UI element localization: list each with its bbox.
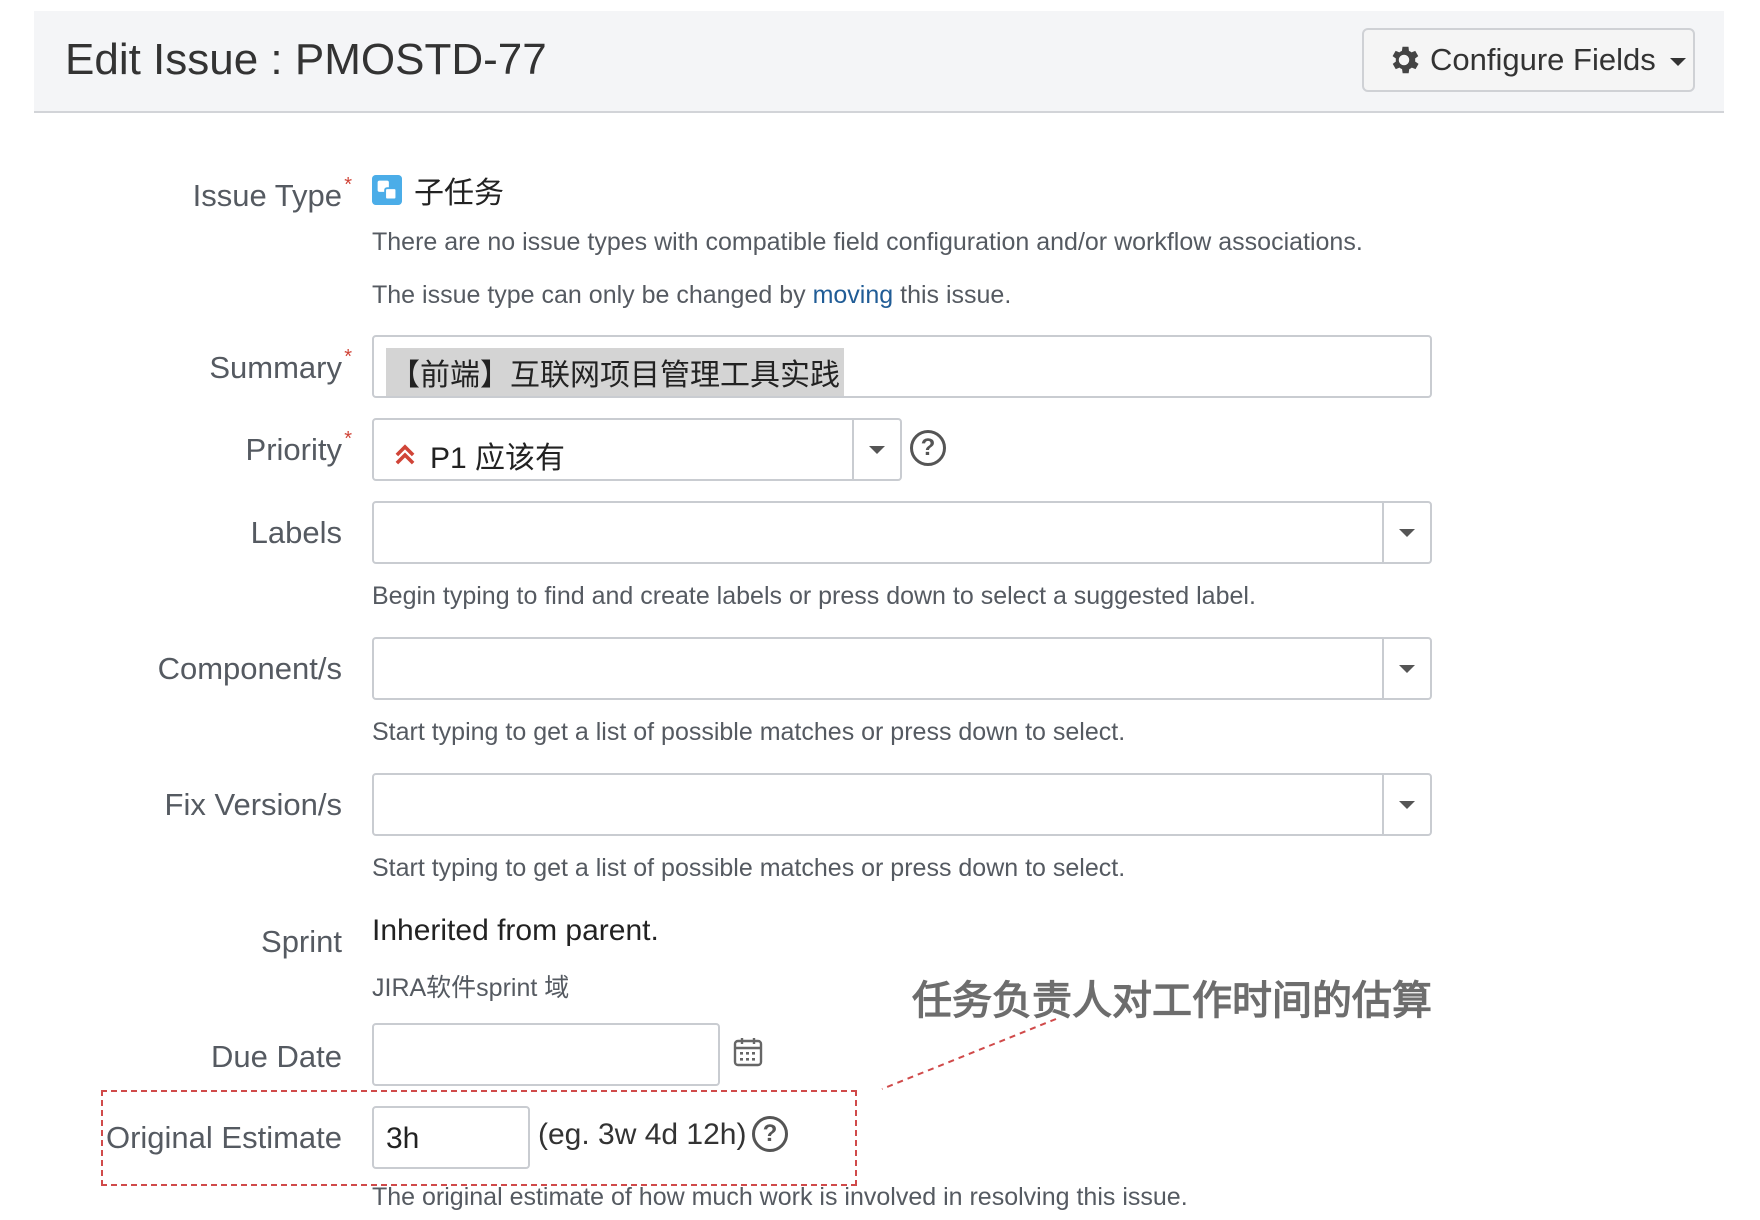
dialog-header: Edit Issue : PMOSTD-77 Configure Fields <box>34 11 1724 113</box>
components-dropdown-button[interactable] <box>1382 639 1430 698</box>
issue-type-note: There are no issue types with compatible… <box>372 228 1363 256</box>
issue-type-value: 子任务 <box>372 168 504 212</box>
issue-type-text: 子任务 <box>414 177 504 210</box>
move-note-pre: The issue type can only be changed by <box>372 281 813 309</box>
moving-link[interactable]: moving <box>813 281 894 309</box>
issue-type-move-note: The issue type can only be changed by mo… <box>372 281 1011 310</box>
chevron-down-icon <box>1399 528 1415 537</box>
summary-value: 【前端】互联网项目管理工具实践 <box>386 348 844 396</box>
due-date-input[interactable] <box>372 1023 720 1086</box>
components-hint: Start typing to get a list of possible m… <box>372 718 1126 746</box>
required-marker: * <box>344 428 352 450</box>
original-estimate-help-icon[interactable]: ? <box>752 1116 788 1152</box>
sprint-label: Sprint <box>261 924 342 959</box>
required-marker: * <box>344 346 352 368</box>
fix-versions-hint: Start typing to get a list of possible m… <box>372 854 1126 882</box>
labels-hint: Begin typing to find and create labels o… <box>372 582 1256 610</box>
sprint-value: Inherited from parent. <box>372 914 659 947</box>
chevron-down-icon <box>1399 800 1415 809</box>
components-label: Component/s <box>157 651 342 686</box>
move-note-post: this issue. <box>893 281 1012 309</box>
gear-icon <box>1392 46 1419 74</box>
summary-label: Summary * <box>209 346 352 386</box>
fix-versions-input[interactable] <box>372 773 1432 836</box>
issue-type-label: Issue Type * <box>192 174 352 214</box>
configure-fields-label: Configure Fields <box>1430 42 1656 77</box>
due-date-label: Due Date <box>211 1039 342 1074</box>
required-marker: * <box>344 174 352 196</box>
page-title: Edit Issue : PMOSTD-77 <box>65 35 547 84</box>
components-input[interactable] <box>372 637 1432 700</box>
summary-input[interactable]: 【前端】互联网项目管理工具实践 <box>372 335 1432 398</box>
priority-dropdown-button[interactable] <box>852 420 900 479</box>
priority-text: P1 应该有 <box>430 442 566 475</box>
labels-label: Labels <box>250 515 342 550</box>
subtask-icon <box>372 175 402 205</box>
priority-help-icon[interactable]: ? <box>910 430 946 466</box>
sprint-sub: JIRA软件sprint 域 <box>372 974 570 1002</box>
chevron-down-icon <box>1669 58 1686 66</box>
priority-select[interactable]: P1 应该有 <box>372 418 902 481</box>
configure-fields-button[interactable]: Configure Fields <box>1362 28 1695 92</box>
priority-value: P1 应该有 <box>392 433 565 477</box>
summary-label-text: Summary <box>209 350 342 385</box>
calendar-icon[interactable] <box>732 1036 764 1068</box>
priority-label: Priority * <box>245 428 352 468</box>
labels-dropdown-button[interactable] <box>1382 503 1430 562</box>
labels-input[interactable] <box>372 501 1432 564</box>
original-estimate-value: 3h <box>386 1122 420 1155</box>
annotation-pointer-line <box>881 1018 1057 1090</box>
issue-type-label-text: Issue Type <box>192 178 342 213</box>
fix-versions-dropdown-button[interactable] <box>1382 775 1430 834</box>
original-estimate-input[interactable]: 3h <box>372 1106 530 1169</box>
original-estimate-hint: The original estimate of how much work i… <box>372 1183 1188 1211</box>
original-estimate-label: Original Estimate <box>105 1120 342 1155</box>
fix-versions-label: Fix Version/s <box>164 787 342 822</box>
priority-label-text: Priority <box>245 432 342 467</box>
chevron-down-icon <box>1399 664 1415 673</box>
chevron-down-icon <box>869 445 885 454</box>
original-estimate-example: (eg. 3w 4d 12h) <box>538 1118 747 1151</box>
priority-high-icon <box>395 444 415 465</box>
